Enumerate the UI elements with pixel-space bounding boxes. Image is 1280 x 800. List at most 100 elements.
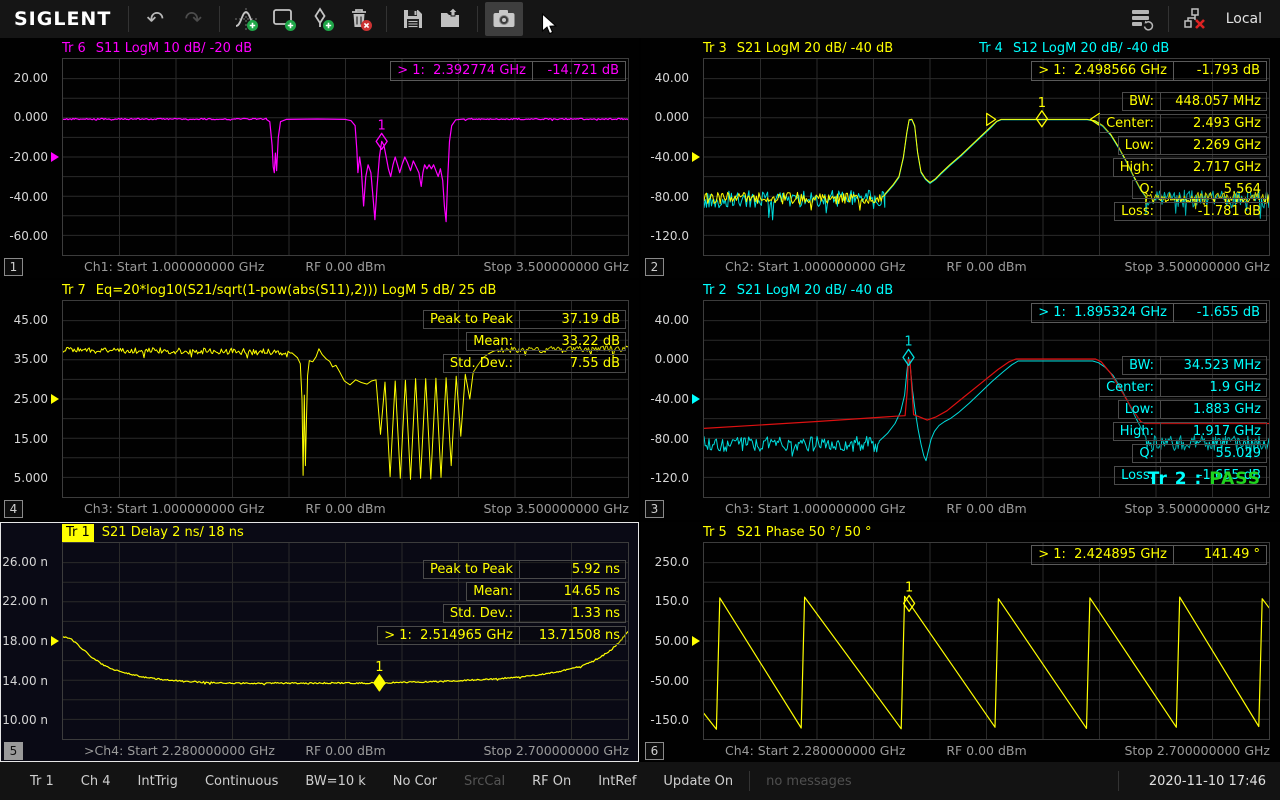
y-axis-label: -120.0 xyxy=(650,229,689,243)
status-item[interactable]: IntRef xyxy=(598,774,636,789)
stat-value: 14.65 ns xyxy=(519,583,625,600)
y-axis-label: 18.00 n xyxy=(2,634,48,648)
trace-title[interactable]: S21 Phase 50 °/ 50 ° xyxy=(737,524,872,542)
info-value: 5.564 xyxy=(1160,181,1266,198)
panel-header: Tr 5 S21 Phase 50 °/ 50 ° xyxy=(703,524,1280,542)
trace-title[interactable]: S21 LogM 20 dB/ -40 dB xyxy=(737,282,893,300)
active-trace-chip[interactable]: Tr 1 xyxy=(62,524,94,542)
info-row: BW:448.057 MHz xyxy=(1122,92,1267,111)
readout-value: -1.655 dB xyxy=(1174,303,1267,323)
info-value: 1.917 GHz xyxy=(1160,423,1266,440)
plot-area[interactable]: 1> 1: 2.392774 GHz-14.721 dB xyxy=(62,58,629,256)
panel-window-2[interactable]: Tr 3 S21 LogM 20 dB/ -40 dB Tr 4 S12 LogM 2… xyxy=(641,38,1280,278)
delete-button[interactable] xyxy=(341,2,379,36)
screenshot-button[interactable] xyxy=(485,2,523,36)
trace-title[interactable]: Tr 7 xyxy=(62,282,86,300)
stat-value: 5.92 ns xyxy=(519,561,625,578)
save-button[interactable] xyxy=(394,2,432,36)
trace-title[interactable]: Tr 2 xyxy=(703,282,727,300)
y-axis-label: -60.00 xyxy=(9,229,48,243)
bandwidth-info: BW:34.523 MHzCenter:1.9 GHzLow:1.883 GHz… xyxy=(1099,353,1267,485)
plot-body: 45.0035.0025.0015.005.000Peak to Peak37.… xyxy=(0,300,639,498)
redo-button[interactable]: ↷ xyxy=(174,2,212,36)
reference-level-marker[interactable] xyxy=(51,152,59,162)
panel-window-6[interactable]: Tr 5S21 Phase 50 °/ 50 °250.0150.050.00-… xyxy=(641,522,1280,762)
trace-title[interactable]: S12 LogM 20 dB/ -40 dB xyxy=(1013,40,1169,58)
plot-area[interactable]: 1Peak to Peak5.92 nsMean:14.65 nsStd. De… xyxy=(62,542,629,740)
plot-area[interactable]: 1> 1: 2.498566 GHz-1.793 dBBW:448.057 MH… xyxy=(703,58,1270,256)
readout-value: 141.49 ° xyxy=(1174,545,1267,565)
readout-frequency: > 1: 2.392774 GHz xyxy=(390,61,533,81)
plot-area[interactable]: 1> 1: 1.895324 GHz-1.655 dBBW:34.523 MHz… xyxy=(703,300,1270,498)
stat-label: Std. Dev.: xyxy=(444,605,519,622)
local-mode-label[interactable]: Local xyxy=(1226,11,1262,27)
panel-window-4[interactable]: Tr 7 Eq=20*log10(S21/sqrt(1-pow(abs(S11),… xyxy=(0,280,639,520)
window-index[interactable]: 1 xyxy=(4,258,23,276)
channel-stop-label: Stop 2.700000000 GHz xyxy=(1124,740,1270,762)
y-axis-label: -120.0 xyxy=(650,471,689,485)
lan-error-icon xyxy=(1182,6,1208,32)
reference-level-marker[interactable] xyxy=(51,394,59,404)
redo-icon: ↷ xyxy=(184,9,202,30)
trace-title[interactable]: S21 LogM 20 dB/ -40 dB xyxy=(737,40,893,58)
trace-title[interactable]: Tr 5 xyxy=(703,524,727,542)
marker-diamond xyxy=(374,675,385,691)
undo-button[interactable]: ↶ xyxy=(136,2,174,36)
trace-title[interactable]: Tr 4 xyxy=(979,40,1003,58)
add-trace-button[interactable] xyxy=(227,2,265,36)
status-item[interactable]: Tr 1 xyxy=(30,774,54,789)
window-index[interactable]: 4 xyxy=(4,500,23,518)
stat-label: Peak to Peak xyxy=(424,561,519,578)
add-marker-icon xyxy=(309,6,335,32)
channel-start-label: >Ch4: Start 2.280000000 GHz xyxy=(84,740,275,762)
reference-level-marker[interactable] xyxy=(692,394,700,404)
info-value: -1.781 dB xyxy=(1160,203,1266,220)
add-marker-button[interactable] xyxy=(303,2,341,36)
brand-logo: SIGLENT xyxy=(14,8,111,30)
marker-number: 1 xyxy=(378,118,386,133)
status-item[interactable]: Continuous xyxy=(205,774,278,789)
info-row: Center:1.9 GHz xyxy=(1099,378,1267,397)
panel-window-3[interactable]: Tr 2S21 LogM 20 dB/ -40 dB40.000.000-40.… xyxy=(641,280,1280,520)
trace-statistics: Peak to Peak37.19 dBMean:33.22 dBStd. De… xyxy=(423,307,626,373)
trace-title[interactable]: Tr 6 xyxy=(62,40,86,58)
status-item: SrcCal xyxy=(464,774,505,789)
trace-title[interactable]: Tr 3 xyxy=(703,40,727,58)
trace-title[interactable]: Eq=20*log10(S21/sqrt(1-pow(abs(S11),2)))… xyxy=(96,282,497,300)
grid-lines xyxy=(63,59,628,255)
add-window-button[interactable] xyxy=(265,2,303,36)
window-index[interactable]: 3 xyxy=(645,500,664,518)
info-row: Low:1.883 GHz xyxy=(1118,400,1267,419)
lan-status-button[interactable] xyxy=(1176,2,1214,36)
reference-level-marker[interactable] xyxy=(692,636,700,646)
system-status-button[interactable] xyxy=(1123,2,1161,36)
y-axis-label: 15.00 xyxy=(14,432,48,446)
reference-level-marker[interactable] xyxy=(692,152,700,162)
toolbar-separator xyxy=(219,6,220,32)
plot-area[interactable]: 1> 1: 2.424895 GHz141.49 ° xyxy=(703,542,1270,740)
status-item[interactable]: BW=10 k xyxy=(305,774,365,789)
status-item[interactable]: Ch 4 xyxy=(81,774,111,789)
status-item[interactable]: No Cor xyxy=(393,774,437,789)
toolbar-separator xyxy=(386,6,387,32)
y-axis-label: 10.00 n xyxy=(2,713,48,727)
reference-level-marker[interactable] xyxy=(51,636,59,646)
stat-row: > 1: 2.514965 GHz13.71508 ns xyxy=(377,626,626,645)
stat-label: > 1: 2.514965 GHz xyxy=(378,627,519,644)
plot-area[interactable]: Peak to Peak37.19 dBMean:33.22 dBStd. De… xyxy=(62,300,629,498)
trace-title[interactable]: S21 Delay 2 ns/ 18 ns xyxy=(102,524,244,542)
status-item[interactable]: RF On xyxy=(532,774,571,789)
recall-button[interactable] xyxy=(432,2,470,36)
panel-window-1[interactable]: Tr 6S11 LogM 10 dB/ -20 dB20.000.000-20.… xyxy=(0,38,639,278)
panel-window-5[interactable]: Tr 1S21 Delay 2 ns/ 18 ns26.00 n22.00 n1… xyxy=(0,522,639,762)
y-axis-label: 25.00 xyxy=(14,392,48,406)
window-index[interactable]: 5 xyxy=(4,742,23,760)
window-index[interactable]: 2 xyxy=(645,258,664,276)
window-index[interactable]: 6 xyxy=(645,742,664,760)
status-item[interactable]: Update On xyxy=(663,774,733,789)
channel-start-label: Ch3: Start 1.000000000 GHz xyxy=(84,498,264,520)
trace-title[interactable]: S11 LogM 10 dB/ -20 dB xyxy=(96,40,252,58)
status-item[interactable]: IntTrig xyxy=(138,774,178,789)
y-axis-label: -40.00 xyxy=(650,150,689,164)
panel-header: Tr 6 S11 LogM 10 dB/ -20 dB xyxy=(62,40,639,58)
